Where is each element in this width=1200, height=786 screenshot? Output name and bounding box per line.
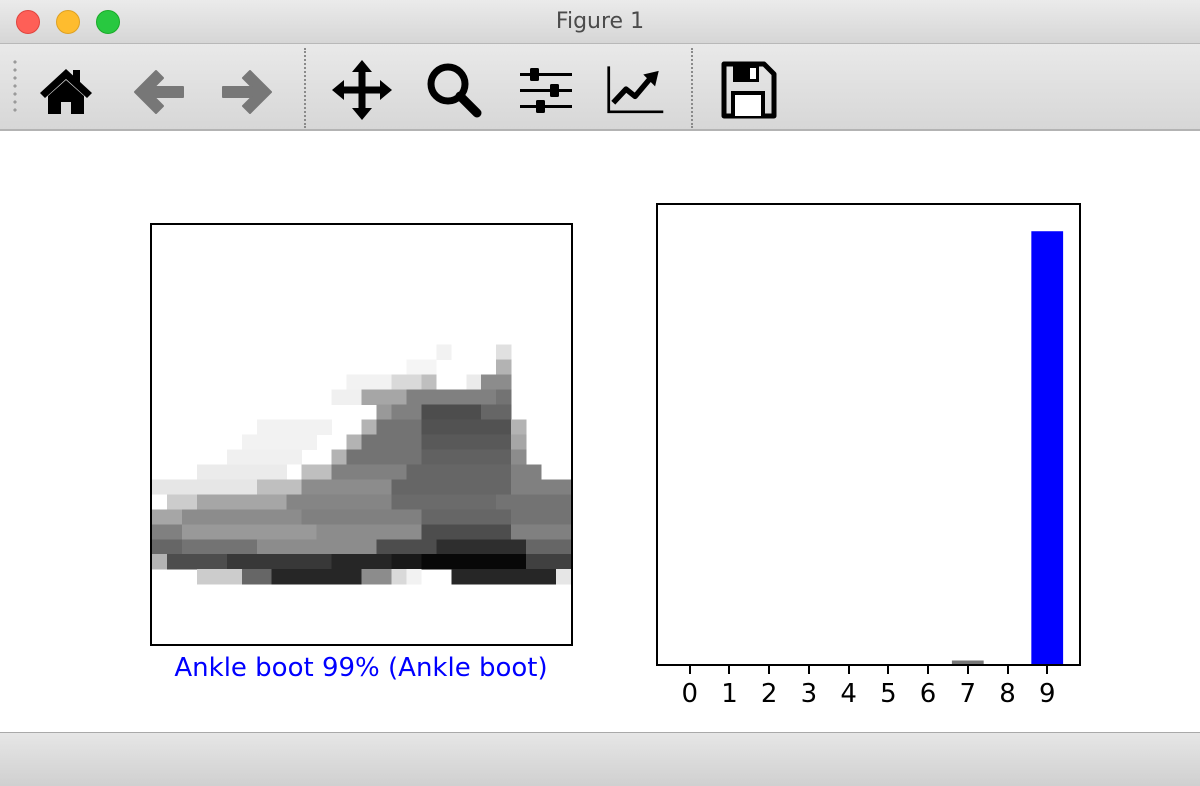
- x-tick-mark: [887, 666, 890, 674]
- back-button[interactable]: [128, 60, 188, 120]
- bar-chart-plot: [951, 231, 1064, 664]
- x-tick-mark: [688, 666, 691, 674]
- save-icon: [721, 61, 777, 119]
- x-tick-mark: [966, 666, 969, 674]
- status-bar: [0, 732, 1200, 786]
- navigation-toolbar: [0, 44, 1200, 131]
- pan-icon: [332, 60, 392, 120]
- bar-7: [951, 660, 984, 664]
- subplots-icon: [520, 68, 572, 113]
- window-titlebar: Figure 1: [0, 0, 1200, 44]
- x-tick-label: 3: [800, 679, 818, 709]
- customize-button[interactable]: [606, 60, 666, 120]
- toolbar-grip-handle[interactable]: [13, 58, 17, 116]
- ankle-boot-image: [152, 344, 571, 585]
- bar-chart-axes: [656, 203, 1081, 666]
- x-tick-label: 7: [959, 679, 977, 709]
- home-icon: [40, 69, 92, 114]
- x-tick-mark: [847, 666, 850, 674]
- x-tick-mark: [927, 666, 930, 674]
- window-title: Figure 1: [555, 9, 645, 34]
- image-axes: [150, 223, 573, 646]
- zoom-button[interactable]: [424, 60, 484, 120]
- forward-button[interactable]: [218, 60, 278, 120]
- pan-button[interactable]: [332, 60, 392, 120]
- image-caption: Ankle boot 99% (Ankle boot): [174, 653, 548, 683]
- zoom-icon: [427, 63, 482, 118]
- x-tick-mark: [728, 666, 731, 674]
- toolbar-separator: [304, 48, 306, 128]
- x-tick-label: 2: [760, 679, 778, 709]
- figure-canvas[interactable]: Ankle boot 99% (Ankle boot) 0123456789: [0, 131, 1200, 732]
- x-tick-label: 8: [999, 679, 1016, 709]
- x-tick-label: 5: [880, 679, 897, 709]
- x-tick-label: 1: [721, 679, 738, 709]
- back-arrow-icon: [134, 70, 184, 114]
- x-tick-mark: [768, 666, 771, 674]
- x-tick-mark: [807, 666, 810, 674]
- x-tick-label: 6: [919, 679, 937, 709]
- x-tick-label: 4: [840, 679, 857, 709]
- home-button[interactable]: [36, 60, 96, 120]
- x-tick-label: 0: [681, 679, 699, 709]
- subplots-button[interactable]: [516, 60, 576, 120]
- x-tick-mark: [1006, 666, 1009, 674]
- toolbar-separator: [691, 48, 693, 128]
- x-tick-mark: [1046, 666, 1049, 674]
- save-button[interactable]: [718, 60, 778, 120]
- x-tick-label: 9: [1038, 679, 1056, 709]
- forward-arrow-icon: [222, 70, 272, 114]
- customize-icon: [607, 66, 664, 114]
- bar-9: [1031, 231, 1064, 664]
